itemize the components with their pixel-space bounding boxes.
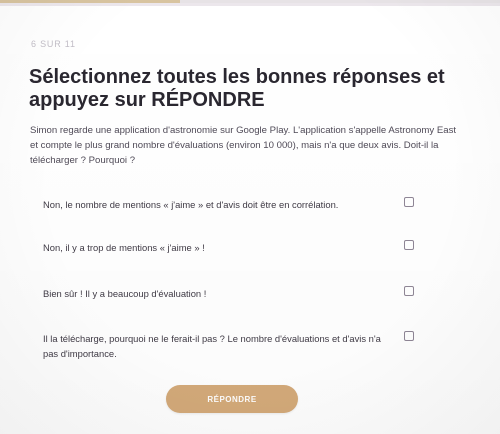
answer-option-2[interactable]: Non, il y a trop de mentions « j'aime » … bbox=[30, 240, 428, 260]
submit-button[interactable]: RÉPONDRE bbox=[166, 385, 298, 413]
answer-option-4[interactable]: Il la télécharge, pourquoi ne le ferait-… bbox=[30, 331, 428, 363]
answer-option-1[interactable]: Non, le nombre de mentions « j'aime » et… bbox=[30, 197, 428, 217]
answer-option-label: Non, le nombre de mentions « j'aime » et… bbox=[43, 199, 339, 210]
answer-option-label: Il la télécharge, pourquoi ne le ferait-… bbox=[43, 333, 381, 359]
answer-option-label: Non, il y a trop de mentions « j'aime » … bbox=[43, 242, 205, 253]
answer-checkbox[interactable] bbox=[404, 286, 414, 296]
answer-checkbox[interactable] bbox=[404, 240, 414, 250]
answer-option-3[interactable]: Bien sûr ! Il y a beaucoup d'évaluation … bbox=[30, 286, 428, 306]
answer-checkbox[interactable] bbox=[404, 331, 414, 341]
answer-option-label: Bien sûr ! Il y a beaucoup d'évaluation … bbox=[43, 288, 207, 299]
answer-checkbox[interactable] bbox=[404, 197, 414, 207]
answer-options: Non, le nombre de mentions « j'aime » et… bbox=[0, 0, 500, 434]
